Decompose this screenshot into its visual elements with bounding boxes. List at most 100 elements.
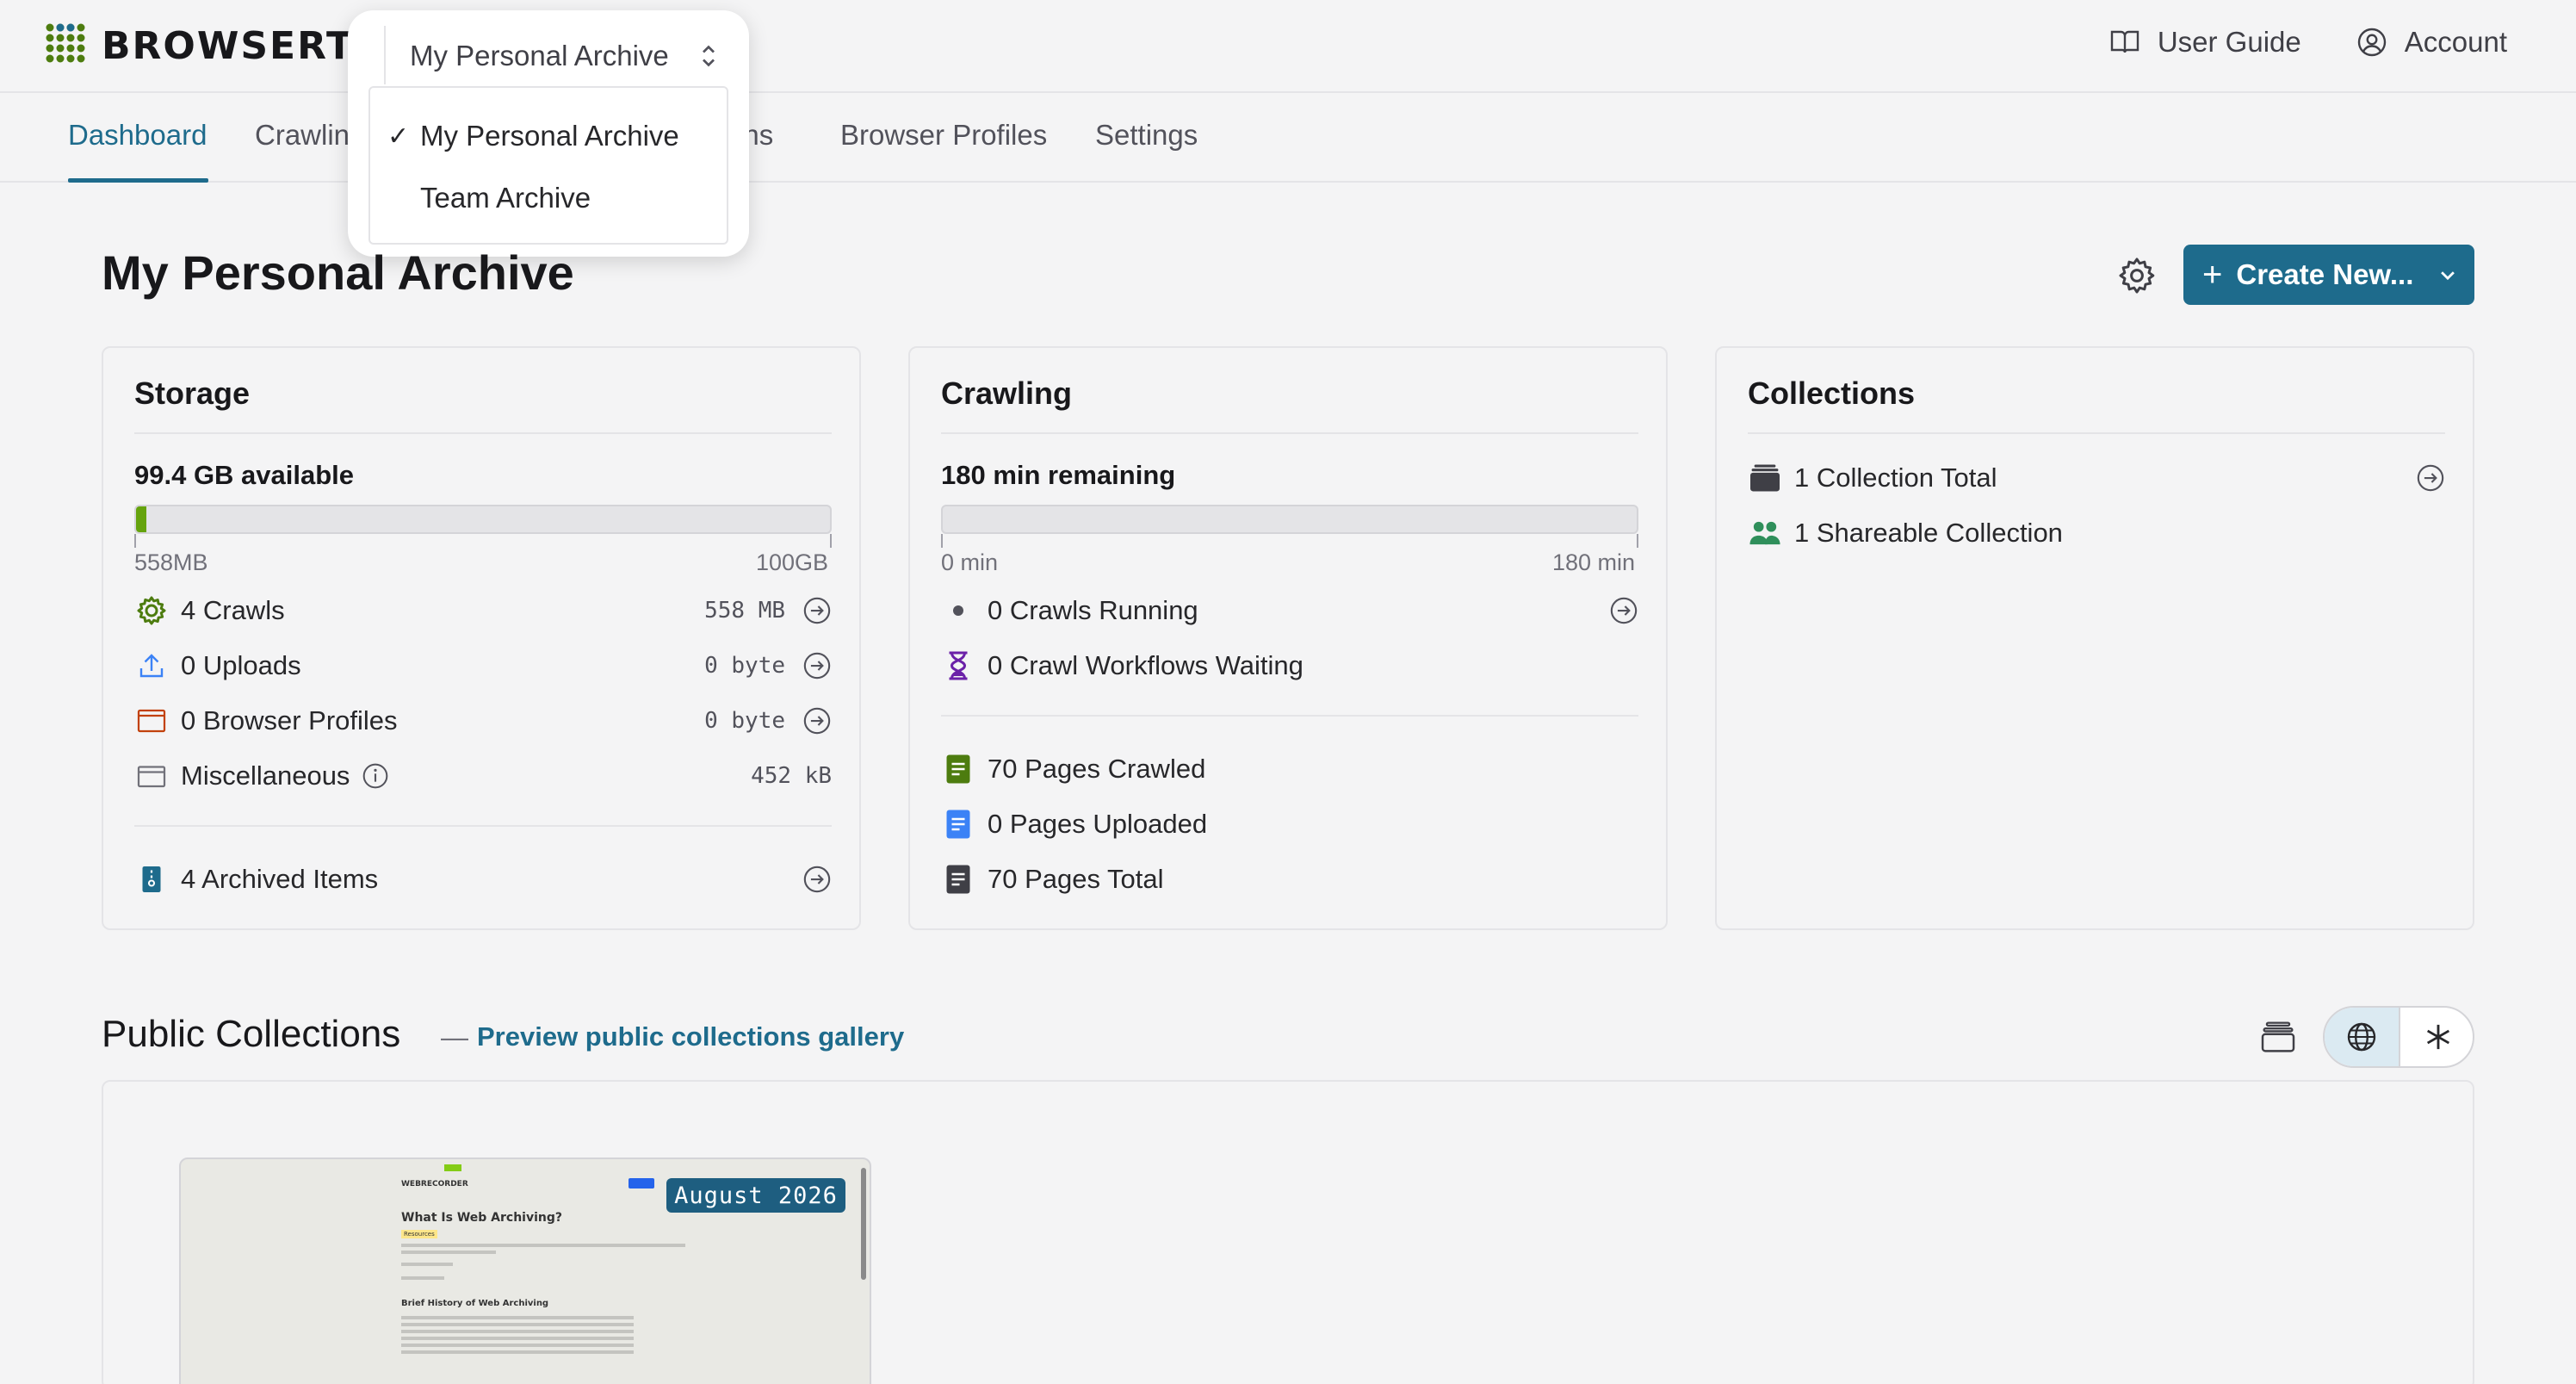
people-icon	[1749, 521, 1780, 545]
gear-icon	[2119, 258, 2155, 294]
globe-icon	[2347, 1022, 2376, 1052]
arrow-right-circle-icon[interactable]	[802, 651, 832, 680]
workflows-waiting-label: 0 Crawl Workflows Waiting	[988, 650, 1303, 680]
active-tab-indicator	[68, 178, 208, 183]
storage-title: Storage	[134, 375, 251, 411]
crawls-running-label: 0 Crawls Running	[988, 595, 1198, 625]
thumb-text-line	[401, 1350, 634, 1354]
visibility-toggle	[2323, 1006, 2474, 1068]
divider	[1748, 432, 2445, 434]
thumb-text-line	[401, 1244, 685, 1247]
thumb-text-line	[401, 1276, 444, 1280]
page-crawled-icon	[946, 754, 970, 784]
page-uploaded-icon	[946, 810, 970, 839]
shareable-collection-label: 1 Shareable Collection	[1794, 518, 2063, 548]
storage-row-label: 0 Uploads	[181, 650, 301, 680]
create-new-button[interactable]: + Create New...	[2183, 245, 2474, 305]
check-icon: ✓	[387, 121, 410, 151]
browsertrix-logo-icon	[46, 23, 85, 63]
storage-row-misc: Miscellaneous 452 kB	[134, 754, 832, 798]
storage-max-label: 100GB	[755, 549, 828, 575]
storage-row-value: 0 byte	[704, 653, 785, 679]
page-total-icon	[946, 865, 970, 894]
crawls-gear-icon	[137, 596, 166, 625]
page-title: My Personal Archive	[102, 245, 574, 300]
arrow-right-circle-icon[interactable]	[802, 596, 832, 625]
storage-available: 99.4 GB available	[134, 460, 355, 490]
upload-icon	[139, 654, 164, 678]
storage-row-uploads: 0 Uploads 0 byte	[134, 644, 832, 687]
crawling-title: Crawling	[941, 375, 1073, 411]
arrow-right-circle-icon[interactable]	[802, 706, 832, 735]
arrow-right-circle-icon[interactable]	[1609, 596, 1638, 625]
tab-browser-profiles[interactable]: Browser Profiles	[840, 119, 1047, 152]
tab-settings[interactable]: Settings	[1095, 119, 1198, 152]
account-label: Account	[2404, 26, 2507, 58]
public-collections-dash: —	[441, 1021, 468, 1052]
pages-crawled-row: 70 Pages Crawled	[941, 748, 1638, 791]
collections-total-row: 1 Collection Total	[1748, 456, 2445, 500]
pages-uploaded-label: 0 Pages Uploaded	[988, 809, 1208, 839]
arrow-right-circle-icon[interactable]	[2416, 463, 2445, 493]
divider	[134, 432, 832, 434]
archive-file-icon	[142, 866, 161, 892]
plus-icon: +	[2202, 255, 2223, 294]
archived-items-row: 4 Archived Items	[134, 858, 832, 901]
meter-tick	[134, 534, 136, 548]
user-circle-icon	[2357, 28, 2386, 57]
collections-total-label: 1 Collection Total	[1794, 462, 1997, 493]
user-guide-label: User Guide	[2157, 26, 2301, 58]
divider	[941, 432, 1638, 434]
storage-row-value: 0 byte	[704, 708, 785, 734]
all-filter-button[interactable]	[2400, 1008, 2473, 1066]
thumb-scrollbar	[861, 1168, 866, 1280]
asterisk-icon	[2426, 1024, 2450, 1050]
thumb-logo: WEBRECORDER	[401, 1180, 468, 1189]
meter-tick	[1637, 534, 1638, 548]
collection-view-button[interactable]	[2261, 1021, 2295, 1057]
archived-items-label: 4 Archived Items	[181, 864, 379, 894]
info-icon[interactable]	[362, 762, 389, 790]
pages-uploaded-row: 0 Pages Uploaded	[941, 803, 1638, 846]
pages-crawled-label: 70 Pages Crawled	[988, 754, 1206, 784]
storage-row-value: 558 MB	[704, 598, 785, 624]
org-switcher-trigger[interactable]: My Personal Archive	[387, 28, 732, 84]
org-settings-button[interactable]	[2116, 255, 2158, 296]
storage-row-browser-profiles: 0 Browser Profiles 0 byte	[134, 699, 832, 742]
collection-date-badge: August 2026	[666, 1178, 845, 1213]
pages-total-label: 70 Pages Total	[988, 864, 1164, 894]
tab-dashboard[interactable]: Dashboard	[68, 119, 207, 152]
account-menu[interactable]: Account	[2356, 26, 2507, 59]
storage-row-crawls: 4 Crawls 558 MB	[134, 589, 832, 632]
divider	[134, 825, 832, 827]
collections-card: Collections 1 Collection Total 1 Shareab…	[1715, 346, 2474, 930]
org-switcher-divider	[384, 26, 386, 84]
arrow-right-circle-icon[interactable]	[802, 865, 832, 894]
public-filter-button[interactable]	[2325, 1008, 2400, 1066]
box-icon	[137, 766, 166, 788]
org-option-personal[interactable]: ✓ My Personal Archive	[370, 105, 727, 167]
storage-row-label: Miscellaneous	[181, 760, 350, 791]
crawls-running-row: 0 Crawls Running	[941, 589, 1638, 632]
public-collections-title: Public Collections	[102, 1013, 401, 1055]
preview-gallery-link[interactable]: Preview public collections gallery	[477, 1021, 904, 1052]
org-switcher-current: My Personal Archive	[410, 40, 669, 71]
thumb-text-line	[401, 1323, 634, 1326]
org-option-team[interactable]: Team Archive	[370, 167, 727, 229]
storage-meter	[134, 505, 832, 534]
thumb-text-line	[401, 1337, 634, 1340]
org-switcher-menu: ✓ My Personal Archive Team Archive	[368, 86, 728, 245]
org-switcher-popover: My Personal Archive ✓ My Personal Archiv…	[348, 10, 749, 257]
crawling-meter	[941, 505, 1638, 534]
chevron-up-down-icon	[703, 45, 715, 67]
crawling-min-label: 0 min	[941, 549, 999, 575]
user-guide-link[interactable]: User Guide	[2109, 26, 2301, 59]
thumb-text-line	[401, 1330, 634, 1333]
create-new-label: Create New...	[2236, 258, 2414, 290]
chevron-down-icon	[2441, 271, 2455, 281]
storage-row-label: 4 Crawls	[181, 595, 285, 625]
browser-window-icon	[137, 709, 166, 733]
book-icon	[2110, 30, 2139, 53]
thumb-text-line	[401, 1344, 634, 1347]
collections-title: Collections	[1748, 375, 1916, 411]
